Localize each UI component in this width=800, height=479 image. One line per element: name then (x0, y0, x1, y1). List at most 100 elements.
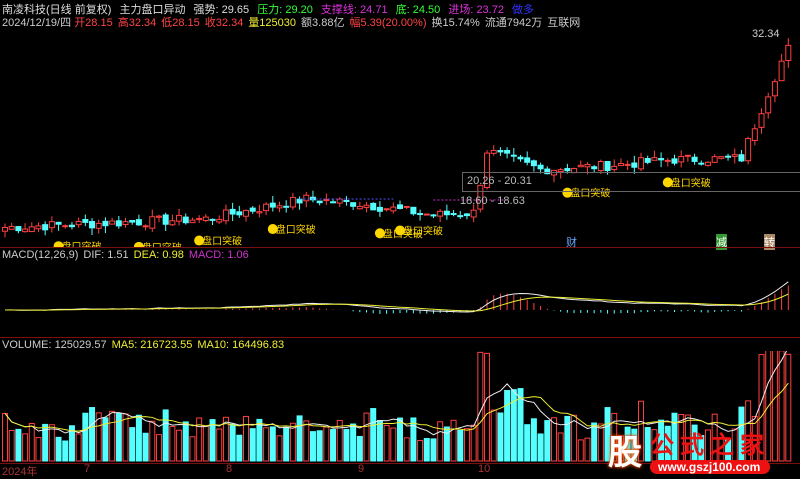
candle (698, 162, 705, 165)
candle (68, 224, 75, 228)
candle (417, 213, 424, 216)
logo-url: www.gszj100.com (650, 460, 770, 474)
candle (638, 157, 645, 170)
volume-bar (450, 419, 457, 462)
volume-bar (323, 426, 330, 462)
volume-bar (82, 412, 89, 462)
candle (691, 156, 698, 162)
candle (778, 60, 785, 82)
volume-bar (189, 436, 196, 462)
volume-bar (162, 409, 169, 462)
candle (504, 150, 511, 154)
volume-bar (48, 424, 55, 462)
volume-bar (142, 432, 149, 462)
volume-bar (75, 433, 82, 462)
volume-bar (457, 429, 464, 462)
candle (122, 221, 129, 225)
logo-char: 股 (608, 434, 642, 472)
candle (82, 218, 89, 223)
candle (356, 205, 363, 210)
candle (343, 199, 350, 202)
candle (678, 155, 685, 163)
candle (731, 154, 738, 157)
volume-bar (135, 414, 142, 462)
volume-bar (309, 431, 316, 462)
volume-bar (269, 426, 276, 462)
macd-title[interactable]: MACD(12,26,9) (2, 249, 78, 261)
volume-bar (376, 420, 383, 462)
macd-chart[interactable] (0, 262, 800, 337)
candle (323, 199, 330, 202)
volume-bar (276, 435, 283, 462)
volume-bar (403, 437, 410, 462)
volume-bar (2, 412, 8, 462)
volume-bar (430, 438, 437, 462)
candle (283, 205, 290, 208)
candle (55, 221, 62, 225)
volume-bar (176, 429, 183, 462)
volume-bar (209, 419, 216, 462)
volume-bar (296, 415, 303, 462)
logo-name: 公式之家 (650, 432, 770, 459)
candle (443, 210, 450, 216)
candle (611, 165, 618, 171)
volume-bar (122, 413, 129, 462)
candle (617, 163, 624, 167)
candle (423, 213, 430, 216)
volume-bar (577, 439, 584, 462)
panel-divider[interactable] (0, 337, 800, 338)
candle (289, 196, 296, 208)
volume-bar (484, 352, 491, 462)
candle (243, 209, 250, 217)
volume-bar (182, 421, 189, 462)
candle (182, 216, 189, 224)
volume-bar (35, 437, 42, 462)
volume-bar (129, 427, 136, 462)
candle (109, 220, 116, 225)
volume-bar (470, 424, 477, 462)
candle (497, 150, 504, 153)
volume-bar (202, 425, 209, 462)
volume-bar (437, 421, 444, 462)
candle (236, 211, 243, 216)
volume-bar (236, 434, 243, 462)
volume-bar (390, 427, 397, 462)
volume-bar (423, 438, 430, 462)
candle (490, 150, 497, 154)
volume-bar (477, 351, 484, 462)
volume-bar (289, 422, 296, 462)
volume-bar (383, 424, 390, 462)
candle (450, 213, 457, 216)
candle (457, 215, 464, 218)
candle (463, 213, 470, 217)
max-price-label: 32.34 (752, 28, 780, 40)
volume-bar (591, 422, 598, 462)
volume-bar (62, 440, 69, 462)
candle (771, 81, 778, 97)
candle (711, 156, 718, 163)
candle (115, 220, 122, 227)
candle (176, 214, 183, 222)
volume-bar (169, 425, 176, 462)
candle (537, 164, 544, 170)
candle (303, 194, 310, 202)
candle (216, 218, 223, 223)
candle (403, 205, 410, 208)
volume-title[interactable]: VOLUME: 125029.57 (2, 339, 107, 351)
volume-bar (785, 353, 792, 462)
candle (209, 218, 216, 221)
volume-bar (356, 435, 363, 462)
macd-header: MACD(12,26,9) DIF: 1.51 DEA: 0.98 MACD: 1.0… (2, 249, 254, 261)
candle (48, 221, 55, 229)
panel-divider[interactable] (0, 247, 800, 248)
volume-bar (89, 407, 96, 462)
candle (249, 207, 256, 212)
candle (658, 158, 665, 161)
volume-bar (530, 418, 537, 462)
volume-bar (55, 436, 62, 462)
candle (15, 226, 22, 232)
price-chart[interactable]: 盘口突破盘口突破盘口突破盘口突破盘口突破盘口突破盘口突破盘口突破 (0, 26, 800, 248)
volume-bar (149, 420, 156, 462)
candle (75, 220, 82, 226)
x-tick: 2024年 (2, 466, 38, 478)
